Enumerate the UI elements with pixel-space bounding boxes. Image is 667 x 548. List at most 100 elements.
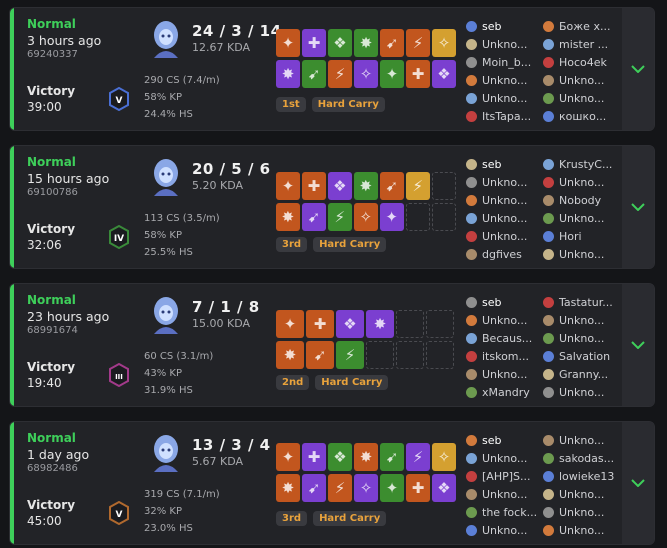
item-slot-icon[interactable]: ⚡ — [406, 29, 430, 57]
item-slot-icon[interactable]: ✚ — [302, 443, 326, 471]
player-entry[interactable]: Unkno... — [466, 365, 532, 383]
item-slot-icon[interactable]: ✧ — [354, 474, 378, 502]
player-entry[interactable]: Hoco4ek — [543, 53, 610, 71]
player-entry[interactable]: Unkno... — [543, 245, 612, 263]
item-slot-icon[interactable]: ⚡ — [336, 341, 364, 369]
player-entry[interactable]: seb — [466, 293, 532, 311]
item-slot-icon[interactable]: ✸ — [276, 203, 300, 231]
item-slot-icon[interactable]: ✸ — [353, 172, 378, 200]
player-entry[interactable]: Unkno... — [466, 71, 531, 89]
player-entry[interactable]: itskom... — [466, 347, 532, 365]
player-entry[interactable]: Unkno... — [543, 329, 613, 347]
player-entry[interactable]: Unkno... — [466, 521, 537, 539]
item-slot-icon[interactable]: ✦ — [276, 172, 300, 200]
player-entry[interactable]: Salvation — [543, 347, 613, 365]
item-slot-icon[interactable]: ✦ — [276, 29, 300, 57]
item-slot-icon[interactable]: ✚ — [406, 474, 430, 502]
player-entry[interactable]: Unkno... — [466, 227, 527, 245]
player-entry[interactable]: seb — [466, 17, 531, 35]
player-entry[interactable]: Unkno... — [466, 485, 537, 503]
player-entry[interactable]: Unkno... — [543, 173, 612, 191]
item-slot-icon[interactable]: ❖ — [328, 29, 352, 57]
item-slot-icon[interactable]: ✦ — [380, 60, 404, 88]
item-slot-icon[interactable]: ✸ — [354, 29, 378, 57]
item-slot-icon[interactable]: ➹ — [301, 203, 326, 231]
player-entry[interactable]: seb — [466, 155, 527, 173]
item-slot-icon[interactable]: ➹ — [380, 443, 404, 471]
player-entry[interactable]: dgfives — [466, 245, 527, 263]
player-entry[interactable]: Unkno... — [543, 89, 610, 107]
player-entry[interactable]: кошко... — [543, 107, 610, 125]
player-entry[interactable]: Unkno... — [466, 173, 527, 191]
player-entry[interactable]: Боже х... — [543, 17, 610, 35]
player-entry[interactable]: Unkno... — [543, 209, 612, 227]
item-slot-icon[interactable]: ❖ — [432, 60, 456, 88]
player-entry[interactable]: [AHP]S... — [466, 467, 537, 485]
player-entry[interactable]: lowieke13 — [543, 467, 614, 485]
match-card[interactable]: Normal 1 day ago 68982486 Victory 45:00 V 13 /… — [9, 421, 655, 545]
item-slot-icon[interactable]: ➹ — [302, 474, 326, 502]
match-card[interactable]: Normal 23 hours ago 68991674 Victory 19:40 II… — [9, 283, 655, 407]
item-slot-icon[interactable]: ✸ — [276, 60, 300, 88]
player-entry[interactable]: sakodas... — [543, 449, 614, 467]
player-entry[interactable]: mister ... — [543, 35, 610, 53]
player-entry[interactable]: ItsTapa... — [466, 107, 531, 125]
item-slot-icon[interactable]: ❖ — [328, 443, 352, 471]
player-entry[interactable]: Granny... — [543, 365, 613, 383]
item-slot-icon[interactable]: ✚ — [302, 29, 326, 57]
player-entry[interactable]: KrustyC... — [543, 155, 612, 173]
player-entry[interactable]: Unkno... — [466, 35, 531, 53]
player-entry[interactable]: xMandry — [466, 383, 532, 401]
player-entry[interactable]: Unkno... — [466, 191, 527, 209]
item-slot-icon[interactable]: ✚ — [406, 60, 430, 88]
item-slot-icon[interactable]: ✦ — [380, 474, 404, 502]
item-slot-icon[interactable]: ✸ — [354, 443, 378, 471]
expand-button[interactable] — [622, 146, 654, 268]
item-slot-icon[interactable]: ✦ — [379, 203, 404, 231]
player-entry[interactable]: Unkno... — [543, 521, 614, 539]
item-slot-icon[interactable]: ✸ — [276, 474, 300, 502]
item-slot-icon[interactable]: ✚ — [306, 310, 334, 338]
player-entry[interactable]: Becaus... — [466, 329, 532, 347]
item-slot-icon[interactable]: ✧ — [432, 29, 456, 57]
match-card[interactable]: Normal 15 hours ago 69100786 Victory 32:06 IV… — [9, 145, 655, 269]
item-slot-icon[interactable]: ➹ — [380, 29, 404, 57]
player-entry[interactable]: Unkno... — [543, 71, 610, 89]
item-slot-icon[interactable]: ⚡ — [328, 60, 352, 88]
player-entry[interactable]: Unkno... — [543, 503, 614, 521]
player-entry[interactable]: seb — [466, 431, 537, 449]
match-card[interactable]: Normal 3 hours ago 69240337 Victory 39:00 V 24… — [9, 7, 655, 131]
item-slot-icon[interactable]: ➹ — [306, 341, 334, 369]
item-slot-icon[interactable]: ✦ — [276, 310, 304, 338]
player-entry[interactable]: Unkno... — [466, 89, 531, 107]
player-entry[interactable]: Unkno... — [543, 431, 614, 449]
item-slot-icon[interactable]: ➹ — [302, 60, 326, 88]
item-slot-icon[interactable]: ✸ — [276, 341, 304, 369]
item-slot-icon[interactable]: ✦ — [276, 443, 300, 471]
item-slot-icon[interactable]: ✧ — [354, 60, 378, 88]
player-entry[interactable]: Unkno... — [543, 383, 613, 401]
item-slot-icon[interactable]: ⚡ — [328, 474, 352, 502]
player-entry[interactable]: Unkno... — [543, 311, 613, 329]
player-entry[interactable]: Unkno... — [466, 449, 537, 467]
item-slot-icon[interactable]: ⚡ — [327, 203, 352, 231]
player-entry[interactable]: Unkno... — [466, 209, 527, 227]
item-slot-icon[interactable]: ❖ — [432, 474, 456, 502]
expand-button[interactable] — [622, 8, 654, 130]
item-slot-icon[interactable]: ❖ — [336, 310, 364, 338]
item-slot-icon[interactable]: ❖ — [327, 172, 352, 200]
item-slot-icon[interactable]: ✚ — [301, 172, 326, 200]
item-slot-icon[interactable]: ✧ — [353, 203, 378, 231]
item-slot-icon[interactable]: ➹ — [379, 172, 404, 200]
player-entry[interactable]: Unkno... — [543, 485, 614, 503]
player-entry[interactable]: Hori — [543, 227, 612, 245]
item-slot-icon[interactable]: ✸ — [366, 310, 394, 338]
item-slot-icon[interactable]: ✧ — [432, 443, 456, 471]
player-entry[interactable]: Unkno... — [466, 311, 532, 329]
player-entry[interactable]: the fock... — [466, 503, 537, 521]
expand-button[interactable] — [622, 284, 654, 406]
player-entry[interactable]: Moin_b... — [466, 53, 531, 71]
player-entry[interactable]: Tastatur... — [543, 293, 613, 311]
item-slot-icon[interactable]: ⚡ — [405, 172, 430, 200]
item-slot-icon[interactable]: ⚡ — [406, 443, 430, 471]
